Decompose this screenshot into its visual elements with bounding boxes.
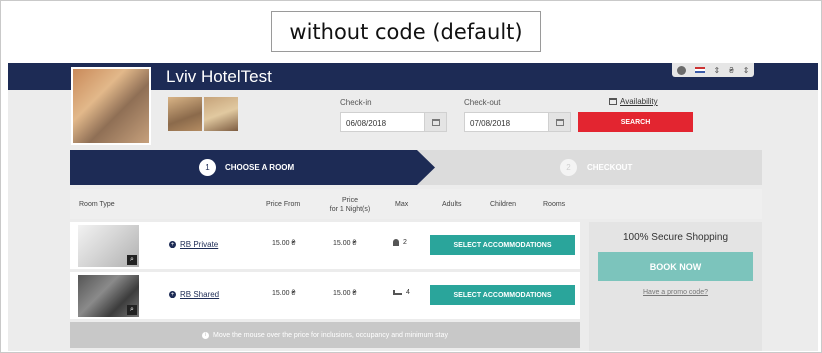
table-row: ⌕ + RB Shared 15.00 ₴ 15.00 ₴ 4 SELECT A… — [70, 272, 580, 319]
header-price-night: Price for 1 Night(s) — [320, 196, 380, 214]
calendar-icon — [431, 118, 440, 126]
zoom-icon[interactable]: ⌕ — [127, 305, 137, 315]
price-night[interactable]: 15.00 ₴ — [333, 240, 356, 247]
step-number: 1 — [199, 159, 216, 176]
max-occupancy: 4 — [393, 289, 410, 296]
booking-steps: 2 CHECKOUT 1 CHOOSE A ROOM — [70, 150, 762, 185]
zoom-icon[interactable]: ⌕ — [127, 255, 137, 265]
plus-icon[interactable]: + — [169, 241, 176, 248]
checkin-label: Check-in — [340, 98, 372, 107]
step-label: CHECKOUT — [587, 163, 633, 172]
price-night[interactable]: 15.00 ₴ — [333, 290, 356, 297]
calendar-icon — [609, 98, 617, 105]
max-value: 2 — [403, 239, 407, 246]
utility-bar[interactable]: ⇕ ₴ ⇕ — [672, 63, 754, 77]
step-label: CHOOSE A ROOM — [225, 163, 295, 172]
language-chevron-icon[interactable]: ⇕ — [714, 66, 721, 75]
max-value: 4 — [406, 289, 410, 296]
room-photo[interactable]: ⌕ — [78, 225, 139, 267]
header-room-type: Room Type — [79, 201, 115, 208]
checkout-field[interactable]: 07/08/2018 — [464, 112, 571, 132]
currency-icon[interactable]: ₴ — [729, 66, 733, 75]
table-row: ⌕ + RB Private 15.00 ₴ 15.00 ₴ 2 SELECT … — [70, 222, 580, 269]
step-number: 2 — [560, 159, 577, 176]
caption-box: without code (default) — [271, 11, 541, 52]
room-name-link[interactable]: + RB Private — [169, 240, 218, 249]
checkout-label: Check-out — [464, 98, 501, 107]
secure-shopping-label: 100% Secure Shopping — [622, 232, 729, 243]
room-photo[interactable]: ⌕ — [78, 275, 139, 317]
room-name[interactable]: RB Shared — [180, 290, 219, 299]
price-info-note: i Move the mouse over the price for incl… — [70, 322, 580, 348]
room-name-link[interactable]: + RB Shared — [169, 290, 219, 299]
table-header: Room Type Price From Price for 1 Night(s… — [70, 189, 762, 219]
checkin-field[interactable]: 06/08/2018 — [340, 112, 447, 132]
max-occupancy: 2 — [393, 239, 407, 246]
header-price-from: Price From — [266, 201, 301, 208]
price-from[interactable]: 15.00 ₴ — [272, 290, 295, 297]
checkin-calendar-button[interactable] — [424, 113, 446, 131]
checkout-calendar-button[interactable] — [548, 113, 570, 131]
price-from[interactable]: 15.00 ₴ — [272, 240, 295, 247]
info-icon: i — [202, 331, 209, 339]
hotel-thumbnail[interactable] — [168, 97, 202, 131]
checkout-panel: 100% Secure Shopping BOOK NOW Have a pro… — [589, 222, 762, 351]
header-price-line: Price — [342, 197, 358, 204]
availability-label[interactable]: Availability — [620, 97, 658, 106]
select-accommodations-button[interactable]: SELECT ACCOMMODATIONS — [430, 235, 575, 255]
currency-chevron-icon[interactable]: ⇕ — [743, 66, 750, 75]
header-adults: Adults — [442, 201, 462, 208]
search-button[interactable]: SEARCH — [578, 112, 693, 132]
checkin-value[interactable]: 06/08/2018 — [341, 113, 424, 131]
caption-text: without code (default) — [289, 19, 523, 44]
checkout-value[interactable]: 07/08/2018 — [465, 113, 548, 131]
booking-page: Lviv HotelTest ⇕ ₴ ⇕ Check-in 06/08/2018… — [8, 63, 818, 351]
calendar-icon — [555, 118, 564, 126]
hotel-photo[interactable] — [71, 67, 151, 145]
hotel-thumbnail[interactable] — [204, 97, 238, 131]
step-choose-room: 1 CHOOSE A ROOM — [70, 150, 435, 185]
availability-link[interactable]: Availability — [609, 97, 658, 106]
select-accommodations-button[interactable]: SELECT ACCOMMODATIONS — [430, 285, 575, 305]
room-name[interactable]: RB Private — [180, 240, 218, 249]
book-now-button[interactable]: BOOK NOW — [598, 252, 753, 281]
header-max: Max — [395, 201, 409, 208]
header-price-line: for 1 Night(s) — [329, 206, 371, 213]
person-icon — [393, 239, 399, 246]
bed-icon — [393, 290, 402, 295]
globe-icon[interactable] — [676, 65, 686, 75]
header-rooms: Rooms — [543, 201, 566, 208]
promo-code-link[interactable]: Have a promo code? — [589, 289, 762, 296]
screenshot-frame: without code (default) Lviv HotelTest ⇕ … — [0, 0, 822, 353]
header-children: Children — [490, 201, 517, 208]
hotel-name: Lviv HotelTest — [166, 67, 272, 86]
plus-icon[interactable]: + — [169, 291, 176, 298]
flag-icon[interactable] — [694, 67, 705, 73]
note-text: Move the mouse over the price for inclus… — [213, 331, 448, 339]
